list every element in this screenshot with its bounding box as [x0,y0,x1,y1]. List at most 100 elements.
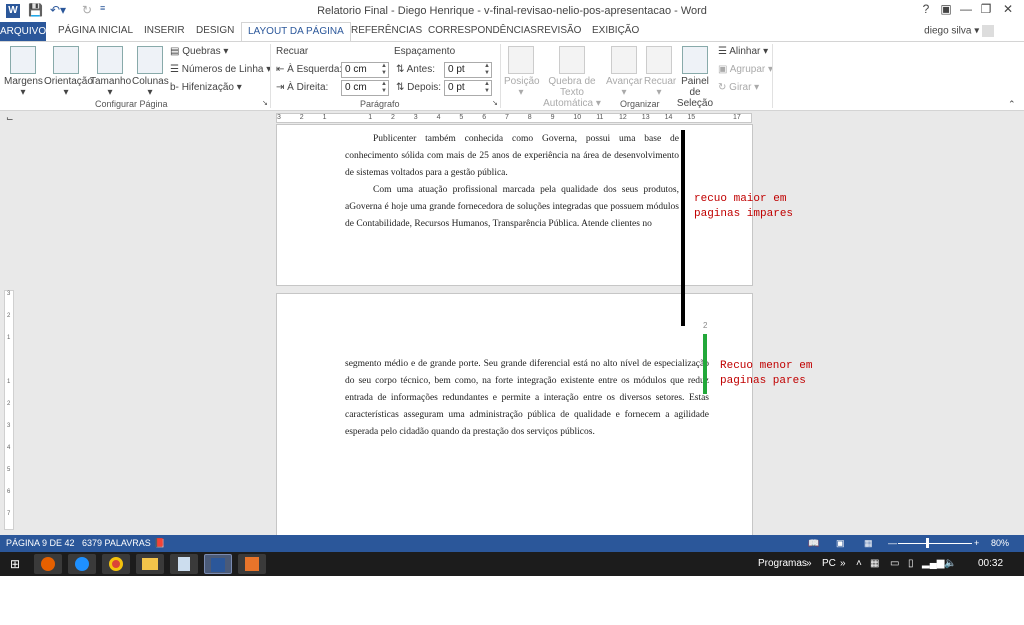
tab-pagina-inicial[interactable]: PÁGINA INICIAL [58,25,133,36]
orientacao-button[interactable]: Orientação ▾ [44,46,93,98]
read-mode-icon[interactable]: 📖 [808,538,819,549]
firefox-icon[interactable] [34,554,62,574]
restore-button[interactable]: ❐ [976,2,996,16]
indent-left-icon: ⇤ [276,64,285,75]
tab-arquivo[interactable]: ARQUIVO [0,22,46,41]
vruler-tick-label: 1 [7,335,11,341]
girar-button[interactable]: ↻ Girar ▾ [718,82,759,93]
file-explorer-icon[interactable] [136,554,164,574]
tab-exibicao[interactable]: EXIBIÇÃO [592,25,639,36]
antes-value: 0 pt [448,64,465,75]
zoom-slider-thumb[interactable] [926,538,929,548]
pc-toolbar[interactable]: PC [822,558,836,569]
paragraph[interactable]: segmento médio e de grande porte. Seu gr… [345,356,709,441]
hifenizacao-button[interactable]: b‐ Hifenização ▾ [170,82,242,93]
hifenizacao-label: Hifenização [181,82,234,93]
zoom-slider[interactable] [898,543,972,544]
page-even[interactable]: segmento médio e de grande porte. Seu gr… [276,293,753,543]
avancar-button[interactable]: Avançar ▾ [606,46,643,98]
display-icon[interactable]: ▭ [890,558,899,569]
paragrafo-dialog-launcher-icon[interactable]: ↘ [492,99,498,107]
tab-revisao[interactable]: REVISÃO [537,25,581,36]
ruler-tick-label: 10 [573,114,582,121]
start-button-icon[interactable]: ⊞ [10,557,20,571]
recuar-button[interactable]: Recuar ▾ [644,46,676,98]
tab-layout-da-pagina[interactable]: LAYOUT DA PÁGINA [241,22,351,42]
volume-icon[interactable]: 🔈 [944,558,956,569]
zoom-level[interactable]: 80% [991,538,1009,548]
quebra-texto-button[interactable]: Quebra de Texto Automática ▾ [540,46,604,109]
windows-flag-icon[interactable]: ▦ [870,558,879,569]
paragraph[interactable]: Com uma atuação profissional marcada pel… [345,182,679,233]
spinner-arrows-icon[interactable]: ▲ ▼ [484,81,490,95]
word-count[interactable]: 6379 PALAVRAS [82,538,151,548]
ruler-tick-label: 2 [299,114,304,121]
tray-overflow-icon[interactable]: ˄ [856,558,862,569]
tab-correspondencias[interactable]: CORRESPONDÊNCIAS [428,25,537,36]
programas-toolbar[interactable]: Programas [758,558,807,569]
tab-inserir[interactable]: INSERIR [144,25,185,36]
vertical-ruler[interactable]: 3 2 1 1 2 3 4 5 6 7 [4,290,14,530]
configurar-group-label: Configurar Página [95,99,168,109]
window-title: Relatorio Final - Diego Henrique - v-fin… [317,5,707,17]
minimize-button[interactable]: — [956,2,976,16]
status-bar: PÁGINA 9 DE 42 6379 PALAVRAS 📕 📖 ▣ ▦ — +… [0,535,1024,552]
close-button[interactable]: ✕ [998,2,1018,16]
proofing-icon[interactable]: 📕 [154,538,165,549]
ribbon-tabs: ARQUIVO PÁGINA INICIAL INSERIR DESIGN LA… [0,22,1024,42]
alinhar-button[interactable]: ☰ Alinhar ▾ [718,46,768,57]
wrap-text-icon [559,46,585,74]
user-account[interactable]: diego silva ▾ [924,25,994,37]
zoom-out-icon[interactable]: — [888,538,897,548]
painel-selecao-button[interactable]: Painel de Seleção [676,46,714,109]
agrupar-button[interactable]: ▣ Agrupar ▾ [718,64,773,75]
print-layout-icon[interactable]: ▣ [836,538,845,549]
programas-chevron-icon[interactable]: » [806,558,812,569]
spacing-after-input[interactable]: 0 pt ▲ ▼ [444,80,492,96]
hyphenation-icon: b‐ [170,82,179,93]
margens-button[interactable]: Margens ▾ [4,46,43,98]
tab-referencias[interactable]: REFERÊNCIAS [351,25,422,36]
girar-label: Girar [729,82,752,93]
ruler-tick-label: 17 [733,114,741,121]
spinner-arrows-icon[interactable]: ▲ ▼ [381,81,387,95]
tab-selector-icon[interactable]: ⌙ [6,113,14,124]
zoom-in-icon[interactable]: + [974,538,979,548]
document-area[interactable]: Publicenter também conhecida como Govern… [0,124,1024,543]
configurar-dialog-launcher-icon[interactable]: ↘ [262,99,268,107]
organizar-group-label: Organizar [620,99,660,109]
line-numbers-icon: ☰ [170,64,179,75]
direita-value: 0 cm [345,82,367,93]
colunas-button[interactable]: Colunas ▾ [132,46,169,98]
clock[interactable]: 00:32 [978,558,1003,569]
margens-label: Margens [4,76,43,87]
help-button[interactable]: ? [916,2,936,16]
indent-left-input[interactable]: 0 cm ▲ ▼ [341,62,389,78]
spinner-arrows-icon[interactable]: ▲ ▼ [484,63,490,77]
notepad-icon[interactable] [170,554,198,574]
posicao-button[interactable]: Posição ▾ [504,46,540,98]
agrupar-label: Agrupar [729,64,766,75]
page-count[interactable]: PÁGINA 9 DE 42 [6,538,75,548]
paragraph[interactable]: Publicenter também conhecida como Govern… [345,131,679,182]
quebras-button[interactable]: ▤ Quebras ▾ [170,46,228,57]
spacing-before-input[interactable]: 0 pt ▲ ▼ [444,62,492,78]
tab-design[interactable]: DESIGN [196,25,234,36]
spinner-arrows-icon[interactable]: ▲ ▼ [381,63,387,77]
app-orange-icon[interactable] [238,554,266,574]
paragrafo-group-label: Parágrafo [360,99,400,109]
chrome-icon[interactable] [102,554,130,574]
numeros-de-linha-button[interactable]: ☰ Números de Linha ▾ [170,64,271,75]
indent-right-input[interactable]: 0 cm ▲ ▼ [341,80,389,96]
network-signal-icon[interactable]: ▂▄▆ [922,558,944,569]
battery-icon[interactable]: ▯ [908,558,914,569]
ribbon-options-icon[interactable]: ▣ [936,2,956,16]
collapse-ribbon-icon[interactable]: ⌃ [1008,99,1016,110]
word-taskbar-icon[interactable] [204,554,232,574]
ruler-tick-label: 9 [550,114,555,121]
internet-explorer-icon[interactable] [68,554,96,574]
pc-chevron-icon[interactable]: » [840,558,846,569]
tamanho-button[interactable]: Tamanho ▾ [90,46,131,98]
ruler-scale[interactable]: 3 2 1 1 2 3 4 5 6 7 8 9 10 11 12 13 14 15 17 [276,113,752,123]
web-layout-icon[interactable]: ▦ [864,538,873,549]
